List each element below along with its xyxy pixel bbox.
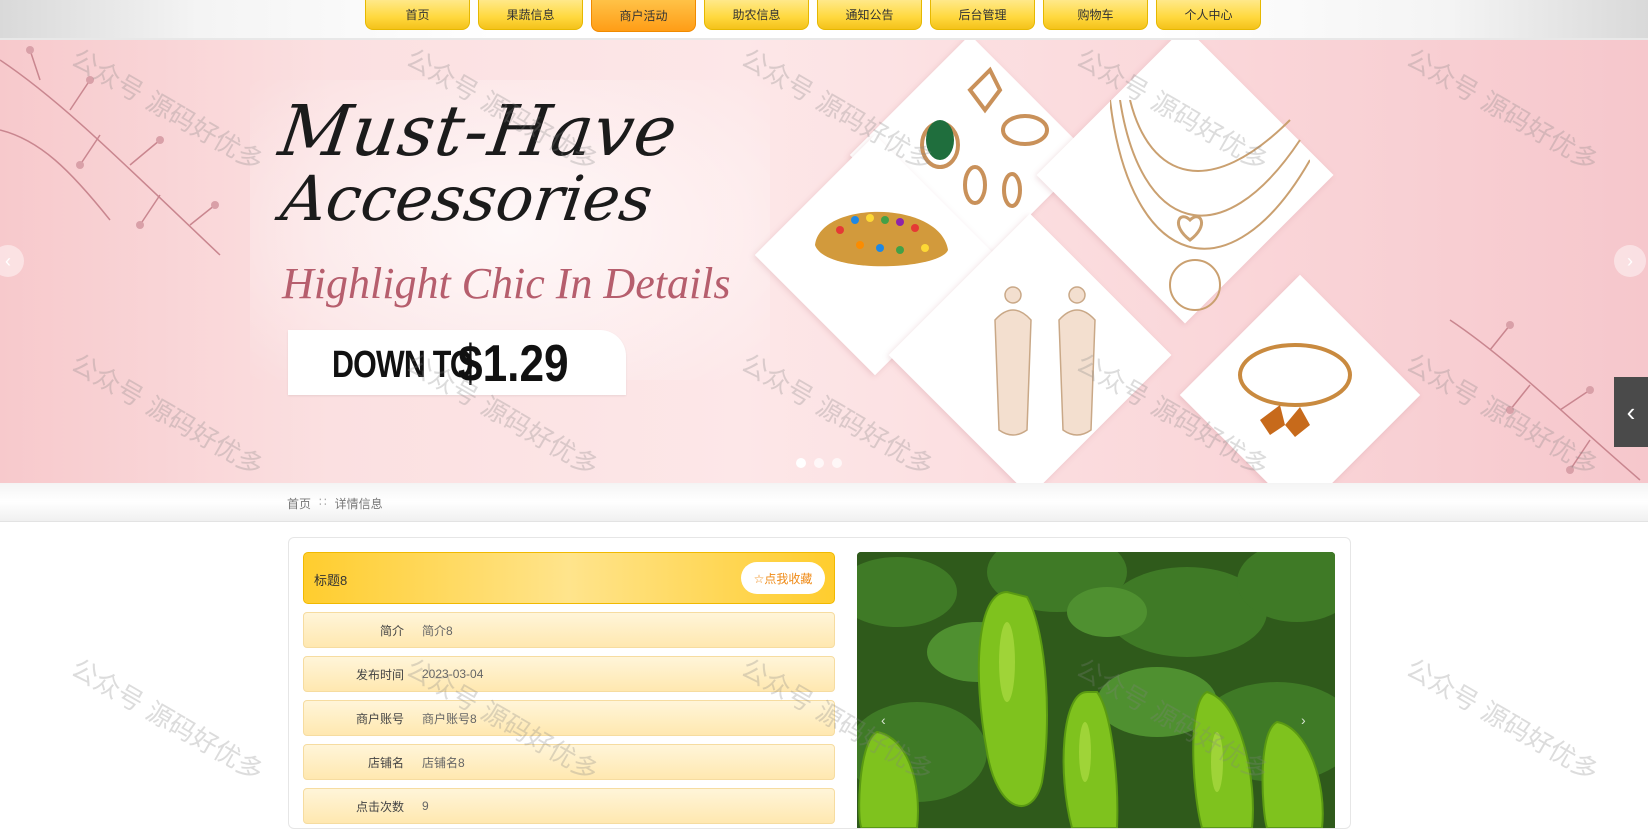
carousel-dot-3[interactable]: [832, 458, 842, 468]
detail-row-merchant-account: 商户账号 商户账号8: [303, 700, 835, 736]
detail-row-click-count: 点击次数 9: [303, 788, 835, 824]
banner-price-box: DOWN TO $1.29: [288, 330, 626, 395]
main-nav: 首页 果蔬信息 商户活动 助农信息 通知公告 后台管理 购物车 个人中心: [365, 0, 1261, 32]
product-photo-carousel: ‹ ›: [857, 552, 1335, 828]
earrings-image: [994, 286, 1096, 436]
headband-image: [815, 211, 948, 267]
breadcrumb-current: 详情信息: [334, 497, 383, 511]
detail-label: 简介: [379, 623, 404, 638]
photo-prev-arrow[interactable]: ‹: [881, 712, 886, 728]
detail-title: 标题8: [314, 573, 348, 588]
banner-carousel: Must-Have Accessories Highlight Chic In …: [0, 40, 1648, 483]
detail-value: 2023-03-04: [422, 667, 484, 681]
detail-info-panel: 标题8 ☆点我收藏 简介 简介8 发布时间 2023-03-04 商户账号 商户…: [303, 552, 835, 824]
detail-label: 发布时间: [355, 667, 404, 682]
favorite-button[interactable]: ☆点我收藏: [741, 562, 825, 594]
price-value: $1.29: [458, 335, 569, 393]
breadcrumb-separator: ∷: [319, 495, 327, 509]
detail-title-bar: 标题8 ☆点我收藏: [303, 552, 835, 604]
price-prefix: DOWN TO: [332, 344, 474, 386]
detail-card: 标题8 ☆点我收藏 简介 简介8 发布时间 2023-03-04 商户账号 商户…: [288, 537, 1351, 829]
detail-value: 简介8: [422, 623, 453, 638]
carousel-dot-1[interactable]: [796, 458, 806, 468]
photo-next-arrow[interactable]: ›: [1301, 712, 1306, 728]
detail-row-publish-time: 发布时间 2023-03-04: [303, 656, 835, 692]
nav-item-notices[interactable]: 通知公告: [817, 0, 922, 30]
floral-branch-left: [0, 46, 221, 256]
watermark-text: 公众号 源码好优多: [1400, 653, 1604, 788]
carousel-dot-2[interactable]: [814, 458, 824, 468]
detail-label: 点击次数: [355, 799, 404, 814]
detail-row-summary: 简介 简介8: [303, 612, 835, 648]
nav-item-merchant-activity[interactable]: 商户活动: [591, 0, 696, 32]
detail-value: 商户账号8: [422, 711, 477, 726]
banner-tagline: Highlight Chic In Details: [282, 259, 731, 308]
nav-item-admin[interactable]: 后台管理: [930, 0, 1035, 30]
nav-item-cart[interactable]: 购物车: [1043, 0, 1148, 30]
bracelet-image: [1238, 343, 1352, 437]
breadcrumb-home-link[interactable]: 首页: [287, 495, 311, 512]
side-toggle-tab[interactable]: ‹: [1614, 377, 1648, 447]
detail-label: 店铺名: [367, 755, 404, 770]
detail-row-shop-name: 店铺名 店铺名8: [303, 744, 835, 780]
breadcrumb: 首页 ∷ 详情信息: [287, 495, 383, 512]
detail-label: 商户账号: [355, 711, 404, 726]
nav-item-profile[interactable]: 个人中心: [1156, 0, 1261, 30]
top-navigation-bar: 首页 果蔬信息 商户活动 助农信息 通知公告 后台管理 购物车 个人中心: [0, 0, 1648, 40]
carousel-dots: [796, 458, 842, 468]
watermark-text: 公众号 源码好优多: [65, 653, 269, 788]
nav-item-farm-aid[interactable]: 助农信息: [704, 0, 809, 30]
banner-headline-line1: Must-Have: [274, 90, 683, 172]
nav-item-home[interactable]: 首页: [365, 0, 470, 30]
detail-value: 店铺名8: [422, 755, 465, 770]
banner-headline-line2: Accessories: [276, 162, 657, 235]
green-pepper-image: [857, 552, 1335, 828]
detail-value: 9: [422, 799, 429, 813]
necklace-image: [1110, 100, 1310, 311]
banner-next-arrow[interactable]: ›: [1614, 245, 1646, 277]
breadcrumb-bar: 首页 ∷ 详情信息: [0, 483, 1648, 522]
nav-item-produce[interactable]: 果蔬信息: [478, 0, 583, 30]
